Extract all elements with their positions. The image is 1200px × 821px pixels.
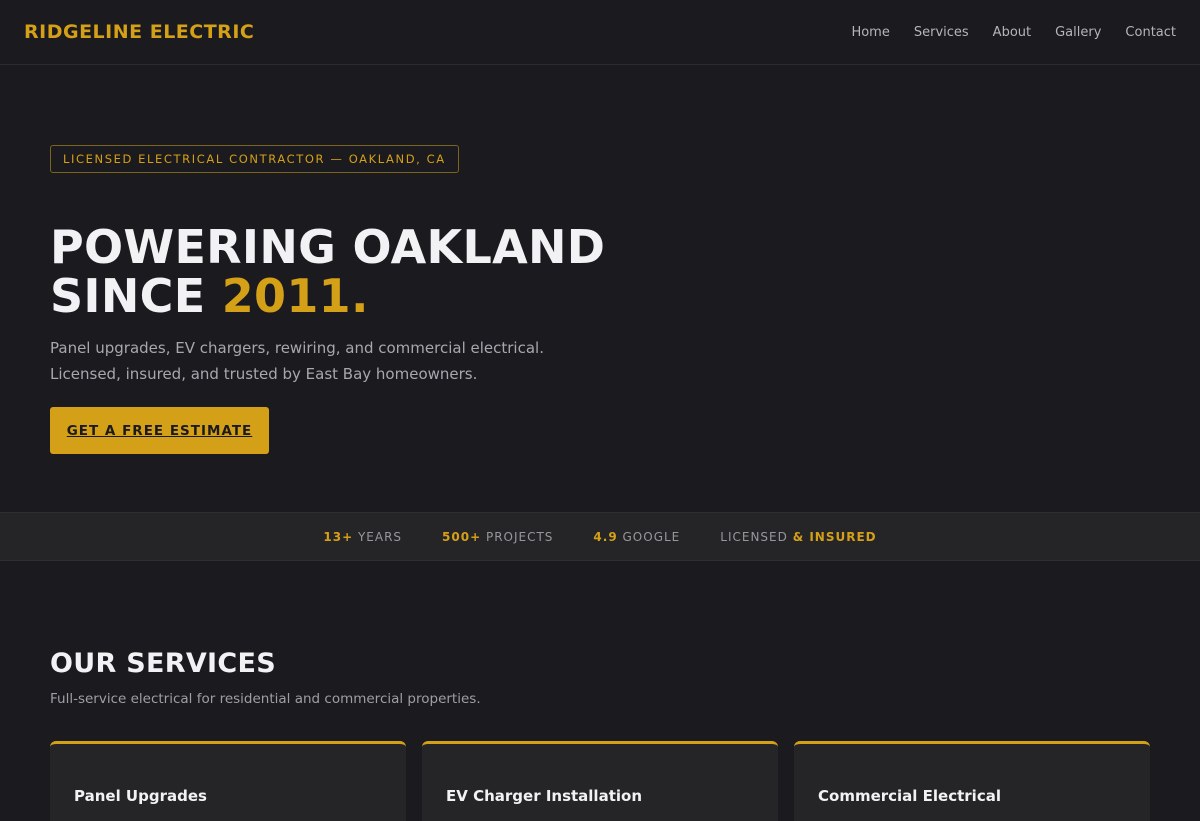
stat-google-value: 4.9 <box>593 529 618 544</box>
service-card-title: Commercial Electrical <box>818 787 1001 805</box>
hero-subtext-line-2: Licensed, insured, and trusted by East B… <box>50 365 478 383</box>
nav-links: Home Services About Gallery Contact <box>851 25 1176 40</box>
license-tag: LICENSED ELECTRICAL CONTRACTOR — OAKLAND… <box>50 145 459 173</box>
service-cards: Panel Upgrades EV Charger Installation C… <box>50 741 1150 821</box>
hero-subtext-line-1: Panel upgrades, EV chargers, rewiring, a… <box>50 339 544 357</box>
hero-headline: POWERING OAKLAND SINCE 2011. <box>50 223 750 321</box>
service-card-panel-upgrades[interactable]: Panel Upgrades <box>50 741 406 821</box>
stat-projects: 500+ PROJECTS <box>442 530 553 544</box>
headline-year: 2011. <box>221 269 369 323</box>
service-card-ev-charger[interactable]: EV Charger Installation <box>422 741 778 821</box>
hero-section: LICENSED ELECTRICAL CONTRACTOR — OAKLAND… <box>50 145 750 454</box>
brand-logo[interactable]: RIDGELINE ELECTRIC <box>24 21 254 43</box>
services-subtitle: Full-service electrical for residential … <box>50 691 481 707</box>
stat-licensed-value: & INSURED <box>792 529 877 544</box>
headline-line-2-prefix: SINCE <box>50 269 222 323</box>
nav-link-home[interactable]: Home <box>851 25 889 40</box>
top-nav: RIDGELINE ELECTRIC Home Services About G… <box>0 0 1200 65</box>
stats-bar: 13+ YEARS 500+ PROJECTS 4.9 GOOGLE LICEN… <box>0 512 1200 561</box>
stat-projects-label: PROJECTS <box>481 529 554 544</box>
stat-years-label: YEARS <box>353 529 403 544</box>
nav-link-services[interactable]: Services <box>914 25 969 40</box>
stat-licensed: LICENSED & INSURED <box>720 530 876 544</box>
service-card-title: Panel Upgrades <box>74 787 207 805</box>
stat-google-label: GOOGLE <box>617 529 681 544</box>
free-estimate-button[interactable]: GET A FREE ESTIMATE <box>50 407 269 454</box>
stat-years: 13+ YEARS <box>323 530 402 544</box>
service-card-commercial[interactable]: Commercial Electrical <box>794 741 1150 821</box>
nav-link-gallery[interactable]: Gallery <box>1055 25 1101 40</box>
hero-subtext: Panel upgrades, EV chargers, rewiring, a… <box>50 335 550 387</box>
nav-link-about[interactable]: About <box>993 25 1031 40</box>
headline-line-1: POWERING OAKLAND <box>50 220 606 274</box>
stat-google: 4.9 GOOGLE <box>593 530 680 544</box>
stat-years-value: 13+ <box>323 529 354 544</box>
nav-link-contact[interactable]: Contact <box>1125 25 1176 40</box>
services-title: OUR SERVICES <box>50 648 276 679</box>
service-card-title: EV Charger Installation <box>446 787 642 805</box>
stat-projects-value: 500+ <box>442 529 482 544</box>
stat-licensed-label: LICENSED <box>720 529 793 544</box>
